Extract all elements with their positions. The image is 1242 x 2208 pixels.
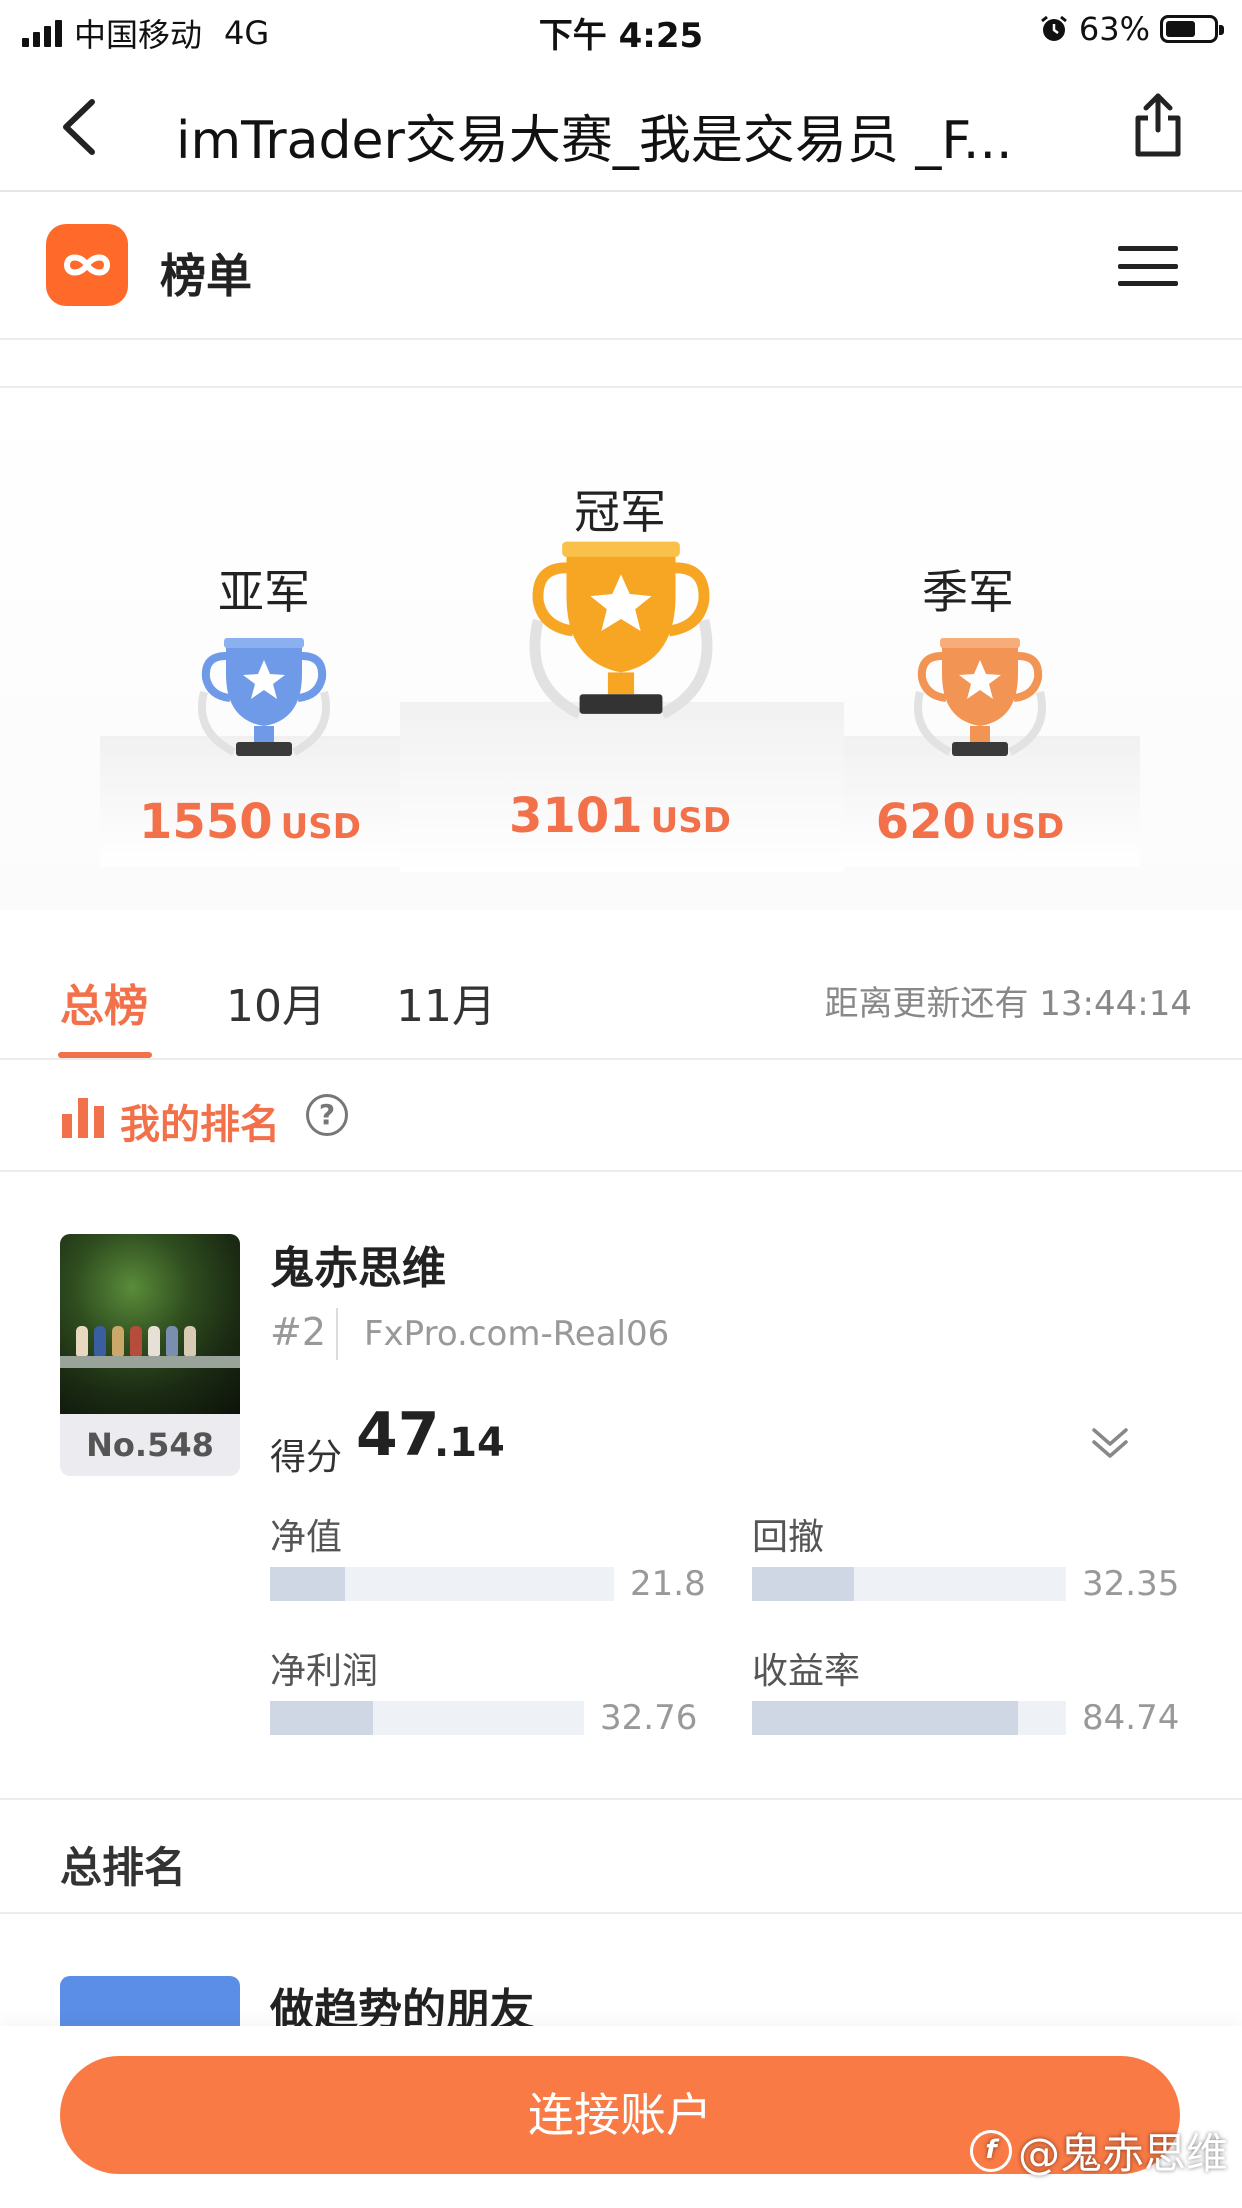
rank-number: No.548 [86, 1426, 214, 1464]
status-right: 63% [1039, 10, 1224, 48]
bar-chart-icon [62, 1098, 106, 1138]
app-logo [46, 224, 128, 306]
podium: 亚军 冠军 季军 1550 USD 3101 USD 620 USD [0, 390, 1242, 910]
metric-bar [270, 1567, 614, 1601]
gold-trophy-icon [529, 541, 713, 719]
metric-drawdown: 回撤 32.35 [752, 1508, 1192, 1604]
score-integer: 47 [356, 1400, 440, 1470]
metric-value: 21.8 [630, 1564, 706, 1604]
metric-label: 净利润 [270, 1651, 379, 1692]
status-bar: 中国移动 4G 下午 4:25 63% [0, 0, 1242, 62]
infinity-logo-icon [63, 254, 111, 276]
avatar [60, 1234, 240, 1414]
metric-bar [752, 1701, 1066, 1735]
metric-bar [270, 1701, 584, 1735]
overall-ranking-title: 总排名 [60, 1843, 187, 1892]
my-rank-header: 我的排名 ? [0, 1062, 1242, 1172]
divider [336, 1308, 338, 1360]
second-place-label: 亚军 [218, 565, 310, 619]
my-rank-card[interactable]: No.548 鬼赤思维 #2 FxPro.com-Real06 得分 47 .1… [0, 1174, 1242, 1800]
watermark-text: @鬼赤思维 [1017, 2129, 1228, 2178]
battery-icon [1160, 15, 1224, 43]
metric-bar [752, 1567, 1066, 1601]
metric-bar-fill [270, 1567, 345, 1601]
avatar-container: No.548 [60, 1234, 240, 1476]
score-decimal: .14 [434, 1420, 505, 1466]
metric-label: 净值 [270, 1517, 343, 1558]
list-item[interactable]: 做趋势的朋友 [0, 1916, 1242, 2026]
third-prize-unit: USD [983, 807, 1065, 847]
metric-bar-fill [752, 1701, 1019, 1735]
server-name: FxPro.com-Real06 [364, 1314, 670, 1354]
second-place-prize: 1550 USD [110, 794, 390, 850]
section-title: 榜单 [160, 249, 252, 303]
metric-value: 84.74 [1082, 1698, 1180, 1738]
update-countdown: 距离更新还有 13:44:14 [824, 984, 1192, 1024]
metric-label: 收益率 [752, 1651, 861, 1692]
app-header: 榜单 [0, 194, 1242, 340]
user-name: 做趋势的朋友 [270, 1985, 534, 2026]
weibo-logo-icon: f [969, 2129, 1012, 2172]
share-icon[interactable] [1128, 90, 1188, 160]
third-place-prize: 620 USD [850, 794, 1090, 850]
third-place-label: 季军 [922, 565, 1014, 619]
metric-bar-fill [270, 1701, 373, 1735]
tab-october[interactable]: 10月 [226, 970, 326, 1034]
user-name: 鬼赤思维 [270, 1243, 446, 1294]
second-prize-amount: 1550 [139, 794, 273, 850]
silver-trophy-icon [198, 638, 330, 756]
metric-label: 回撤 [752, 1517, 825, 1558]
ranking-tabs: 总榜 10月 11月 距离更新还有 13:44:14 [0, 910, 1242, 1060]
hamburger-menu-icon[interactable] [1118, 246, 1178, 286]
third-prize-amount: 620 [875, 794, 976, 850]
metric-value: 32.76 [600, 1698, 698, 1738]
first-prize-unit: USD [650, 801, 731, 841]
first-place-prize: 3101 USD [470, 788, 770, 844]
metric-net-value: 净值 21.8 [270, 1508, 710, 1604]
navigation-bar: imTrader交易大赛_我是交易员 _F... [0, 62, 1242, 192]
metric-return-rate: 收益率 84.74 [752, 1642, 1192, 1738]
position-badge: #2 [270, 1310, 327, 1354]
metric-net-profit: 净利润 32.76 [270, 1642, 710, 1738]
battery-percent: 63% [1078, 10, 1150, 48]
score-label: 得分 [270, 1437, 343, 1478]
chevron-down-icon[interactable] [1088, 1420, 1132, 1464]
metric-bar-fill [752, 1567, 854, 1601]
metric-value: 32.35 [1082, 1564, 1180, 1604]
active-tab-indicator [58, 1052, 152, 1058]
page-title: imTrader交易大赛_我是交易员 _F... [176, 111, 1013, 171]
avatar [60, 1976, 240, 2026]
tab-overall[interactable]: 总榜 [60, 970, 148, 1034]
watermark: f @鬼赤思维 [969, 2120, 1228, 2181]
help-icon[interactable]: ? [306, 1094, 348, 1136]
alarm-icon [1040, 15, 1067, 41]
second-prize-unit: USD [280, 807, 361, 847]
back-arrow-icon[interactable] [52, 92, 112, 162]
overall-ranking-header: 总排名 [0, 1802, 1242, 1914]
my-rank-label: 我的排名 [120, 1102, 280, 1148]
bronze-trophy-icon [914, 638, 1046, 756]
tab-november[interactable]: 11月 [396, 970, 496, 1034]
divider [0, 342, 1242, 388]
first-prize-amount: 3101 [509, 788, 643, 844]
